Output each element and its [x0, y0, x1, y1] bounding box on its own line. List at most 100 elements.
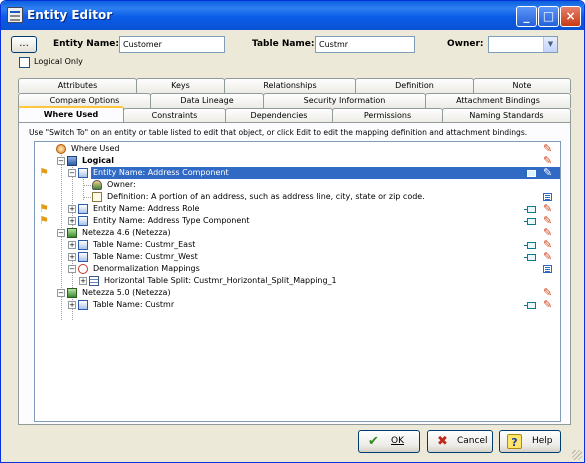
owner-select[interactable]: ▼: [488, 36, 558, 53]
tree-row-label: Netezza 5.0 (Netezza): [82, 288, 171, 297]
browse-entity-button[interactable]: ...: [11, 36, 37, 53]
tab-data-lineage[interactable]: Data Lineage: [150, 93, 264, 108]
tab-security-information[interactable]: Security Information: [263, 93, 426, 108]
tree-row[interactable]: − Denormalization Mappings: [35, 263, 560, 275]
cancel-button-label: Cancel: [457, 436, 488, 446]
logical-only-label: Logical Only: [34, 57, 83, 66]
tree-row[interactable]: Owner:: [35, 179, 560, 191]
switch-to-icon[interactable]: ⚑: [39, 215, 51, 227]
collapse-icon[interactable]: −: [57, 157, 65, 165]
expand-icon[interactable]: +: [68, 301, 76, 309]
attachment-binding-icon[interactable]: [524, 302, 536, 309]
table-name-label: Table Name:: [252, 39, 315, 49]
attachment-binding-icon[interactable]: [524, 206, 536, 213]
close-button[interactable]: ×: [560, 6, 581, 27]
list-icon[interactable]: [543, 193, 552, 201]
entity-editor-icon: [7, 7, 23, 23]
tab-attributes[interactable]: Attributes: [18, 78, 137, 93]
tree-row[interactable]: + Table Name: Custmr ✎: [35, 299, 560, 311]
expand-icon[interactable]: +: [68, 217, 76, 225]
table-icon: [78, 240, 88, 250]
resize-grip[interactable]: [572, 450, 582, 460]
collapse-icon[interactable]: −: [57, 289, 65, 297]
maximize-button[interactable]: □: [538, 6, 559, 27]
instructions-text: Use "Switch To" on an entity or table li…: [29, 128, 528, 137]
tree-row-label: Entity Name: Address Component: [93, 168, 229, 177]
help-icon: ?: [507, 434, 522, 449]
tab-note[interactable]: Note: [473, 78, 571, 93]
tab-definition[interactable]: Definition: [355, 78, 474, 93]
window-title: Entity Editor: [27, 8, 113, 22]
checkbox-box[interactable]: [19, 57, 30, 68]
entity-header-row: ... Entity Name: Customer Table Name: Cu…: [11, 36, 571, 54]
tab-relationships[interactable]: Relationships: [224, 78, 356, 93]
minimize-button[interactable]: _: [516, 6, 537, 27]
chevron-down-icon[interactable]: ▼: [543, 37, 557, 52]
logical-model-icon: [67, 156, 77, 166]
checkmark-icon: ✔: [368, 434, 379, 449]
tab-naming-standards[interactable]: Naming Standards: [442, 108, 571, 123]
tree-row[interactable]: ⚑ + Entity Name: Address Role ✎: [35, 203, 560, 215]
tree-row-selected[interactable]: ⚑ − Entity Name: Address Component ✎: [35, 167, 560, 179]
edit-pencil-icon[interactable]: ✎: [543, 299, 555, 311]
tab-where-used[interactable]: Where Used: [18, 106, 124, 123]
table-name-field[interactable]: Custmr: [315, 36, 415, 53]
tree-row[interactable]: ⚑ + Entity Name: Address Type Component …: [35, 215, 560, 227]
tab-row-3: Where Used Constraints Dependencies Perm…: [18, 106, 572, 123]
tree-row[interactable]: Definition: A portion of an address, suc…: [35, 191, 560, 203]
tree-connector: [83, 185, 91, 186]
list-icon[interactable]: [543, 265, 552, 273]
ok-button[interactable]: ✔ OK: [358, 430, 420, 453]
tree-row-label: Table Name: Custmr: [93, 300, 175, 309]
collapse-icon[interactable]: −: [68, 169, 76, 177]
expand-icon[interactable]: +: [79, 277, 87, 285]
tree-row-label: Table Name: Custmr_West: [93, 252, 198, 261]
tab-row-1: Attributes Keys Relationships Definition…: [18, 78, 572, 93]
tab-constraints[interactable]: Constraints: [123, 108, 226, 123]
tree-row[interactable]: − Netezza 5.0 (Netezza) ✎: [35, 287, 560, 299]
tree-row-label: Where Used: [71, 144, 120, 153]
entity-editor-window: Entity Editor _ □ × ... Entity Name: Cus…: [0, 0, 585, 463]
entity-name-label: Entity Name:: [53, 39, 119, 49]
tree-row[interactable]: + Table Name: Custmr_East ✎: [35, 239, 560, 251]
expand-icon[interactable]: +: [68, 241, 76, 249]
attachment-binding-icon[interactable]: [524, 242, 536, 249]
collapse-icon[interactable]: −: [68, 265, 76, 273]
tree-row-label: Table Name: Custmr_East: [93, 240, 196, 249]
help-button[interactable]: ? Help: [499, 430, 561, 453]
expand-icon[interactable]: +: [68, 253, 76, 261]
tree-row[interactable]: Where Used ✎: [35, 143, 560, 155]
attachment-binding-icon[interactable]: [524, 170, 536, 177]
title-bar[interactable]: Entity Editor _ □ ×: [1, 1, 584, 30]
tree-row[interactable]: + Horizontal Table Split: Custmr_Horizon…: [35, 275, 560, 287]
entity-icon: [78, 168, 88, 178]
tab-keys[interactable]: Keys: [136, 78, 225, 93]
edit-pencil-icon[interactable]: ✎: [543, 167, 555, 179]
definition-icon: [92, 192, 102, 202]
entity-name-field[interactable]: Customer: [119, 36, 225, 53]
split-icon: [89, 276, 99, 286]
expand-icon[interactable]: +: [68, 205, 76, 213]
attachment-binding-icon[interactable]: [524, 254, 536, 261]
ok-button-label: OK: [391, 436, 404, 446]
tree-connector: [83, 197, 91, 198]
edit-pencil-icon[interactable]: ✎: [543, 251, 555, 263]
tab-permissions[interactable]: Permissions: [332, 108, 443, 123]
tree-row-label: Definition: A portion of an address, suc…: [107, 192, 425, 201]
attachment-binding-icon[interactable]: [524, 218, 536, 225]
switch-to-icon[interactable]: ⚑: [39, 167, 51, 179]
where-used-tree[interactable]: Where Used ✎ − Logical ✎ ⚑ − Entity Name…: [34, 141, 561, 422]
editor-tabs: Attributes Keys Relationships Definition…: [18, 76, 572, 123]
owner-icon: [92, 180, 102, 190]
tree-row[interactable]: − Logical ✎: [35, 155, 560, 167]
tree-row-label: Denormalization Mappings: [93, 264, 200, 273]
physical-model-icon: [67, 228, 77, 238]
tree-row[interactable]: + Table Name: Custmr_West ✎: [35, 251, 560, 263]
owner-label: Owner:: [447, 39, 484, 49]
collapse-icon[interactable]: −: [57, 229, 65, 237]
cancel-button[interactable]: ✖ Cancel: [427, 430, 493, 453]
tab-attachment-bindings[interactable]: Attachment Bindings: [425, 93, 571, 108]
tab-dependencies[interactable]: Dependencies: [225, 108, 333, 123]
entity-icon: [78, 216, 88, 226]
tree-row[interactable]: − Netezza 4.6 (Netezza) ✎: [35, 227, 560, 239]
